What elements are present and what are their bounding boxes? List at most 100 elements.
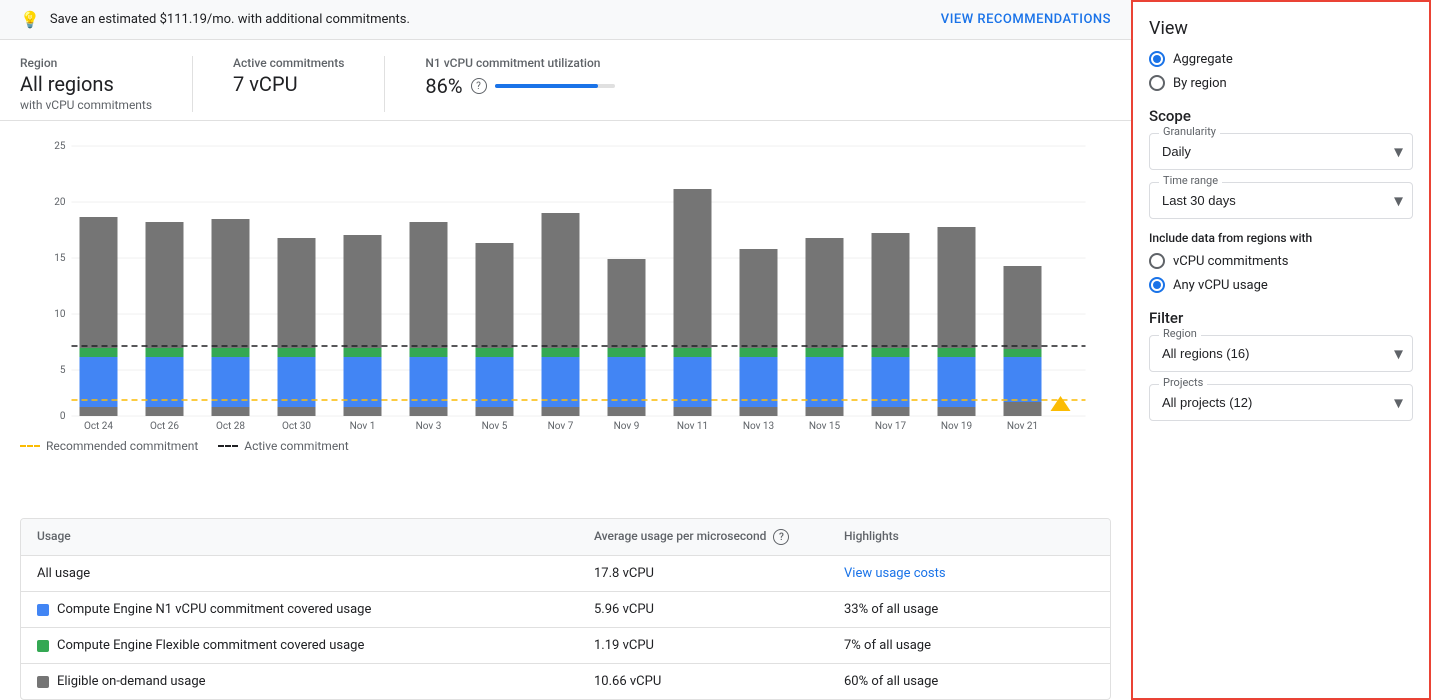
table-row: Compute Engine N1 vCPU commitment covere…	[21, 592, 1110, 628]
banner-text: Save an estimated $111.19/mo. with addit…	[50, 12, 410, 27]
utilization-bar-fill	[495, 84, 598, 88]
region-label: Region	[20, 56, 152, 70]
col-avg: Average usage per microsecond ?	[594, 529, 844, 546]
svg-text:Oct 28: Oct 28	[216, 421, 245, 431]
include-label: Include data from regions with	[1149, 231, 1413, 245]
flex-color-dot	[37, 640, 49, 652]
granularity-label: Granularity	[1159, 125, 1220, 138]
col-usage: Usage	[37, 529, 594, 546]
view-option-by-region[interactable]: By region	[1149, 75, 1413, 91]
n1-color-dot	[37, 604, 49, 616]
region-select[interactable]: All regions (16)	[1149, 335, 1413, 372]
projects-dropdown-container: Projects All projects (12) ▾	[1149, 384, 1413, 421]
usage-label-ondemand: Eligible on-demand usage	[37, 674, 594, 689]
utilization-value: 86%	[425, 74, 462, 98]
sidebar-title: View	[1149, 18, 1413, 39]
row-label-n1: Compute Engine N1 vCPU commitment covere…	[57, 602, 371, 617]
view-usage-costs-link[interactable]: View usage costs	[844, 566, 1094, 581]
legend-recommended-label: Recommended commitment	[46, 439, 198, 453]
vcpu-commitments-radio-circle	[1149, 253, 1165, 269]
row-label-ondemand: Eligible on-demand usage	[57, 674, 206, 689]
by-region-label: By region	[1173, 76, 1227, 91]
row-highlight-n1: 33% of all usage	[844, 602, 1094, 617]
svg-text:Nov 15: Nov 15	[809, 421, 841, 431]
avg-help-icon[interactable]: ?	[773, 529, 789, 545]
svg-text:Nov 7: Nov 7	[548, 421, 574, 431]
projects-select[interactable]: All projects (12)	[1149, 384, 1413, 421]
sidebar: View Aggregate By region Scope Granulari…	[1131, 0, 1431, 700]
usage-label-all: All usage	[37, 566, 594, 581]
row-label-flex: Compute Engine Flexible commitment cover…	[57, 638, 364, 653]
row-avg-all: 17.8 vCPU	[594, 566, 844, 581]
svg-text:Nov 19: Nov 19	[941, 421, 972, 431]
granularity-select[interactable]: Daily Weekly Monthly	[1149, 133, 1413, 170]
commitments-stat: Active commitments 7 vCPU	[233, 56, 344, 112]
active-line-icon	[218, 445, 238, 447]
region-stat: Region All regions with vCPU commitments	[20, 56, 152, 112]
svg-text:25: 25	[54, 141, 66, 152]
svg-text:Nov 9: Nov 9	[614, 421, 640, 431]
include-radio-group: vCPU commitments Any vCPU usage	[1149, 253, 1413, 293]
stats-row: Region All regions with vCPU commitments…	[0, 40, 1131, 121]
svg-text:10: 10	[54, 309, 66, 320]
region-dropdown-container: Region All regions (16) ▾	[1149, 335, 1413, 372]
aggregate-label: Aggregate	[1173, 52, 1233, 67]
svg-text:Nov 11: Nov 11	[677, 421, 708, 431]
commitments-label: Active commitments	[233, 56, 344, 70]
svg-text:15: 15	[54, 253, 66, 264]
svg-text:Nov 3: Nov 3	[416, 421, 442, 431]
ondemand-color-dot	[37, 676, 49, 688]
svg-text:0: 0	[60, 411, 66, 422]
include-vcpu-commitments[interactable]: vCPU commitments	[1149, 253, 1413, 269]
utilization-label: N1 vCPU commitment utilization	[425, 56, 614, 70]
table-row: All usage 17.8 vCPU View usage costs	[21, 556, 1110, 592]
utilization-help-icon[interactable]: ?	[471, 78, 487, 94]
row-highlight-ondemand: 60% of all usage	[844, 674, 1094, 689]
time-range-select[interactable]: Last 7 days Last 30 days Last 90 days Cu…	[1149, 182, 1413, 219]
svg-text:Nov 1: Nov 1	[350, 421, 376, 431]
any-vcpu-label: Any vCPU usage	[1173, 278, 1268, 293]
legend-active: Active commitment	[218, 439, 348, 453]
granularity-dropdown-container: Granularity Daily Weekly Monthly ▾	[1149, 133, 1413, 170]
chart-legend: Recommended commitment Active commitment	[20, 431, 1111, 453]
aggregate-radio-circle	[1149, 51, 1165, 67]
any-vcpu-radio-circle	[1149, 277, 1165, 293]
view-option-aggregate[interactable]: Aggregate	[1149, 51, 1413, 67]
svg-text:Nov 13: Nov 13	[743, 421, 774, 431]
time-range-label: Time range	[1159, 174, 1222, 187]
legend-recommended: Recommended commitment	[20, 439, 198, 453]
table-header: Usage Average usage per microsecond ? Hi…	[21, 519, 1110, 557]
include-any-vcpu[interactable]: Any vCPU usage	[1149, 277, 1413, 293]
table-row: Eligible on-demand usage 10.66 vCPU 60% …	[21, 664, 1110, 699]
svg-text:Nov 17: Nov 17	[875, 421, 907, 431]
chart-area: 25 20 15 10 5 0	[0, 121, 1131, 508]
region-sub: with vCPU commitments	[20, 98, 152, 112]
filter-title: Filter	[1149, 309, 1413, 327]
commitments-value: 7 vCPU	[233, 72, 344, 96]
view-radio-group: Aggregate By region	[1149, 51, 1413, 91]
utilization-stat: N1 vCPU commitment utilization 86% ?	[425, 56, 614, 112]
svg-text:Nov 21: Nov 21	[1007, 421, 1038, 431]
scope-title: Scope	[1149, 107, 1413, 125]
table-row: Compute Engine Flexible commitment cover…	[21, 628, 1110, 664]
svg-text:Oct 24: Oct 24	[84, 421, 113, 431]
by-region-radio-circle	[1149, 75, 1165, 91]
savings-banner: 💡 Save an estimated $111.19/mo. with add…	[0, 0, 1131, 40]
view-recommendations-link[interactable]: VIEW RECOMMENDATIONS	[941, 12, 1111, 27]
svg-text:5: 5	[60, 365, 66, 376]
row-avg-n1: 5.96 vCPU	[594, 602, 844, 617]
svg-text:Nov 5: Nov 5	[482, 421, 508, 431]
usage-table: Usage Average usage per microsecond ? Hi…	[20, 518, 1111, 700]
chart-wrapper: 25 20 15 10 5 0	[20, 131, 1111, 431]
utilization-bar	[495, 84, 615, 88]
region-value: All regions	[20, 72, 152, 96]
row-avg-ondemand: 10.66 vCPU	[594, 674, 844, 689]
region-dropdown-label: Region	[1159, 327, 1201, 340]
row-highlight-flex: 7% of all usage	[844, 638, 1094, 653]
bulb-icon: 💡	[20, 10, 40, 29]
recommended-line-icon	[20, 445, 40, 447]
time-range-dropdown-container: Time range Last 7 days Last 30 days Last…	[1149, 182, 1413, 219]
legend-active-label: Active commitment	[244, 439, 348, 453]
vcpu-commitments-label: vCPU commitments	[1173, 254, 1288, 269]
bar-chart: 25 20 15 10 5 0	[20, 131, 1111, 431]
